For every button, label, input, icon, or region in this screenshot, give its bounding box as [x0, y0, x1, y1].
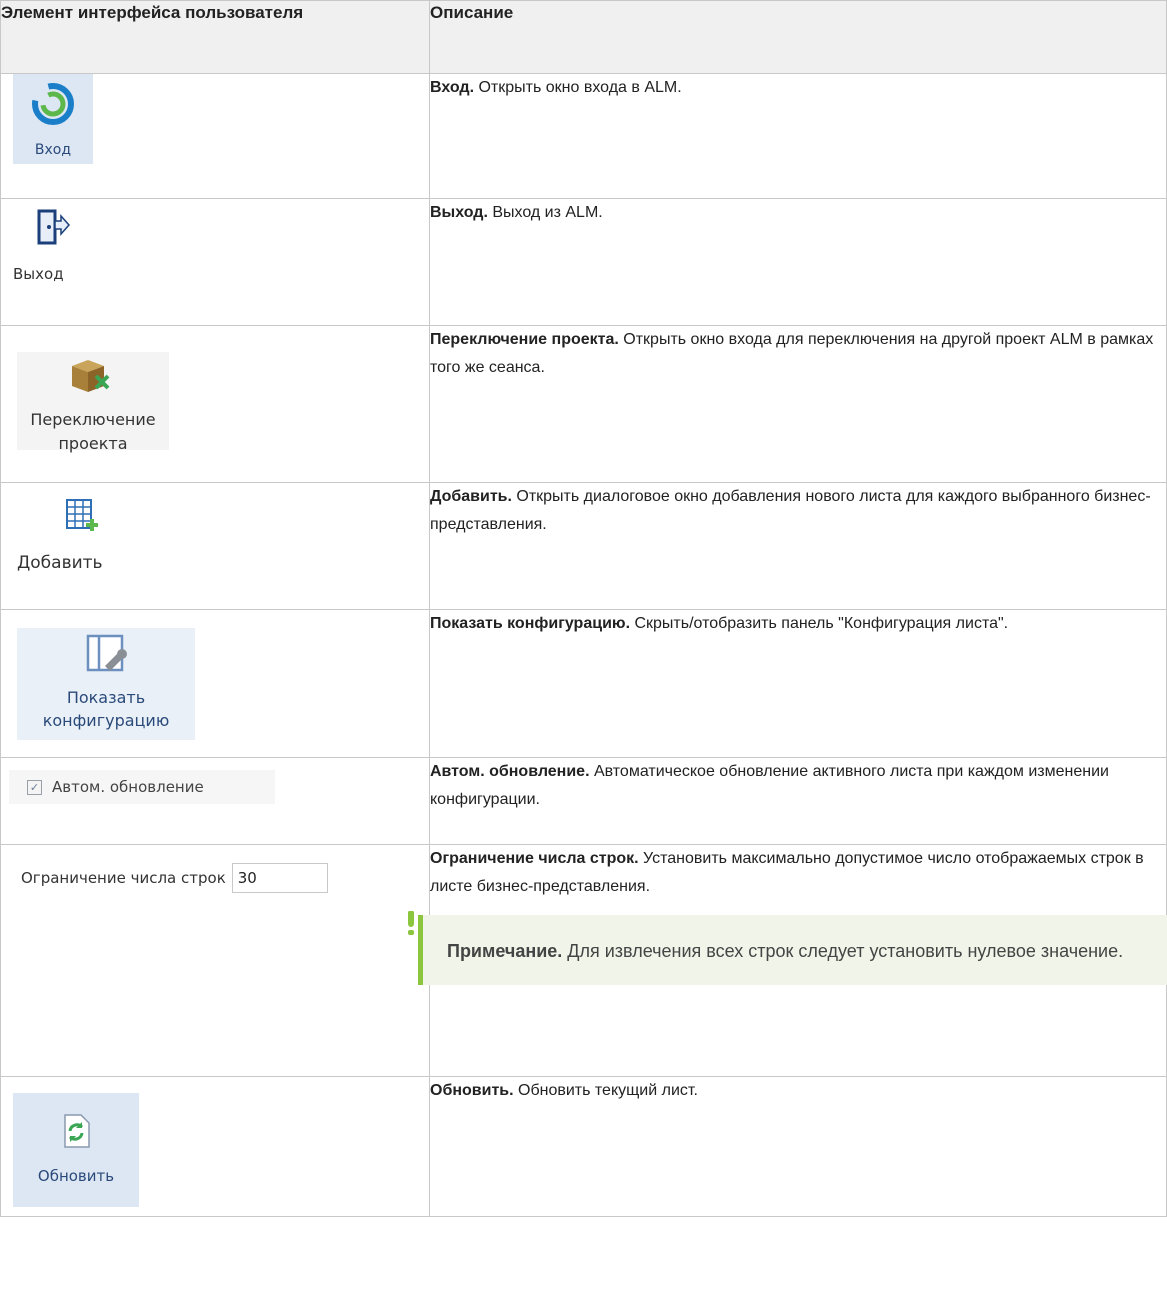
logout-door-icon — [37, 209, 71, 245]
refresh-label: Обновить — [37, 1167, 115, 1185]
table-row: Показать конфигурацию Показать конфигура… — [0, 609, 1167, 758]
auto-refresh-toggle[interactable]: ✓ Автом. обновление — [9, 770, 275, 804]
row-text: Открыть диалоговое окно добавления новог… — [430, 488, 1151, 533]
refresh-button[interactable]: Обновить — [13, 1093, 139, 1207]
row-text: Открыть окно входа в ALM. — [474, 79, 682, 96]
row-description: Ограничение числа строк. Установить макс… — [408, 844, 1167, 1077]
note-exclamation-icon — [408, 911, 414, 935]
table-row: Выход Выход. Выход из ALM. — [0, 198, 1167, 326]
row-description: Вход. Открыть окно входа в ALM. — [429, 73, 1167, 199]
row-limit-input[interactable] — [231, 863, 328, 893]
row-title: Переключение проекта. — [430, 331, 619, 348]
login-label: Вход — [34, 142, 72, 158]
row-title: Ограничение числа строк. — [430, 850, 639, 867]
show-config-label: Показать конфигурацию — [42, 688, 170, 730]
table-row: Вход Вход. Открыть окно входа в ALM. — [0, 73, 1167, 199]
row-description: Выход. Выход из ALM. — [429, 198, 1167, 326]
auto-refresh-label: Автом. обновление — [52, 778, 204, 796]
table-row: Обновить Обновить. Обновить текущий лист… — [0, 1076, 1167, 1217]
add-sheet-button[interactable]: Добавить — [17, 497, 147, 573]
row-description: Добавить. Открыть диалоговое окно добавл… — [429, 482, 1167, 610]
logout-label: Выход — [13, 265, 64, 283]
add-sheet-icon — [66, 499, 98, 531]
row-description: Показать конфигурацию. Скрыть/отобразить… — [429, 609, 1167, 758]
row-limit-label: Ограничение числа строк — [21, 869, 226, 887]
logout-button[interactable]: Выход — [13, 209, 93, 283]
row-text: Выход из ALM. — [487, 204, 603, 221]
row-limit-control: Ограничение числа строк — [1, 857, 429, 893]
ui-elements-table: Элемент интерфейса пользователя Описание… — [0, 0, 1167, 1217]
row-description: Переключение проекта. Открыть окно входа… — [429, 325, 1167, 483]
table-row: Ограничение числа строк Ограничение числ… — [0, 844, 1167, 1077]
row-text: Обновить текущий лист. — [513, 1082, 698, 1099]
show-config-button[interactable]: Показать конфигурацию — [17, 628, 195, 740]
switch-project-label: Переключение проекта — [30, 410, 156, 453]
switch-project-button[interactable]: Переключение проекта — [17, 352, 169, 453]
table-header-row: Элемент интерфейса пользователя Описание — [0, 0, 1167, 74]
note-title: Примечание. — [447, 941, 563, 961]
add-sheet-label: Добавить — [17, 553, 103, 573]
row-title: Добавить. — [430, 488, 512, 505]
row-title: Автом. обновление. — [430, 763, 590, 780]
checkbox-icon[interactable]: ✓ — [27, 779, 42, 795]
row-description: Обновить. Обновить текущий лист. — [429, 1076, 1167, 1217]
note-box: Примечание. Для извлечения всех строк сл… — [408, 911, 1167, 985]
row-title: Выход. — [430, 204, 488, 221]
table-row: Добавить Добавить. Открыть диалоговое ок… — [0, 482, 1167, 610]
switch-project-box-icon — [72, 360, 110, 392]
show-config-icon — [86, 634, 127, 672]
login-button[interactable]: Вход — [13, 74, 93, 164]
row-title: Вход. — [430, 79, 475, 96]
refresh-icon — [64, 1114, 90, 1148]
table-row: ✓ Автом. обновление Автом. обновление. А… — [0, 757, 1167, 845]
alm-login-icon — [32, 83, 74, 125]
table-row: Переключение проекта Переключение проект… — [0, 325, 1167, 483]
row-description: Автом. обновление. Автоматическое обновл… — [429, 757, 1167, 845]
header-description: Описание — [429, 0, 1167, 74]
header-ui-element: Элемент интерфейса пользователя — [0, 0, 430, 74]
row-title: Обновить. — [430, 1082, 514, 1099]
row-title: Показать конфигурацию. — [430, 615, 631, 632]
note-text: Для извлечения всех строк следует устано… — [562, 941, 1124, 961]
row-text: Скрыть/отобразить панель "Конфигурация л… — [630, 615, 1009, 632]
